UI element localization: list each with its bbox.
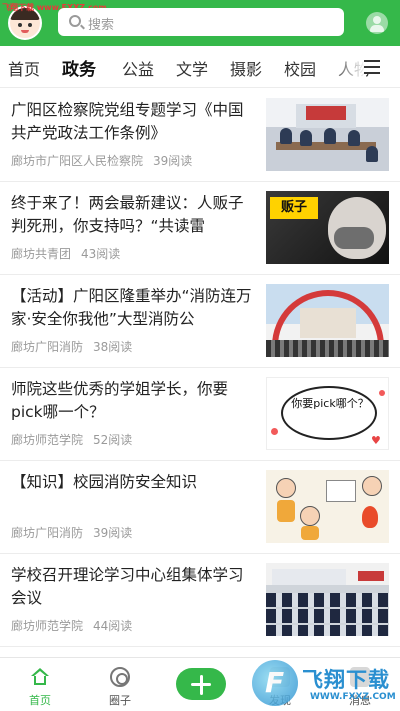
avatar-eye [28,23,32,27]
article-title: 广阳区检察院党组专题学习《中国共产党政法工作条例》 [11,101,244,142]
article-source: 廊坊共青团 [11,247,72,261]
nav-circle[interactable]: 圈子 [80,658,160,711]
avatar-eye [18,23,22,27]
article-title: 师院这些优秀的学姐学长，你要pick哪一个？ [11,380,229,421]
publish-button[interactable] [176,668,226,700]
article-meta: 廊坊师范学院 44阅读 [11,617,132,634]
article-source: 廊坊广阳消防 [11,340,84,354]
list-item[interactable]: 终于来了！两会最新建议：人贩子判死刑，你支持吗？“共读雷 廊坊共青团 43阅读 贩… [0,182,400,275]
list-item[interactable]: 【知识】校园消防安全知识 廊坊广阳消防 39阅读 [0,461,400,554]
list-item[interactable]: 学校召开理论学习中心组集体学习会议 廊坊师范学院 44阅读 [0,554,400,647]
article-title: 【知识】校园消防安全知识 [11,473,198,491]
tab-home[interactable]: 首页 [8,56,40,80]
article-thumbnail [266,98,389,171]
home-icon [31,668,49,686]
watermark-icon [252,660,298,706]
avatar-mouth [21,30,29,33]
article-thumbnail [266,470,389,543]
watermark-logo: 飞翔下载 WWW.FXXZ.COM [250,658,400,711]
nav-home-label: 首页 [29,694,51,707]
search-placeholder: 搜索 [88,18,115,33]
article-meta: 廊坊广阳消防 39阅读 [11,524,132,541]
watermark-brand: 飞翔下载 [302,668,390,692]
article-thumbnail: 贩子 [266,191,389,264]
article-meta: 廊坊广阳消防 38阅读 [11,338,132,355]
nav-circle-label: 圈子 [109,694,131,707]
article-thumbnail [266,563,389,636]
tab-literature[interactable]: 文学 [176,56,208,80]
top-bar: 飞翔下载 www.FXXZ.com 搜索 [0,0,400,46]
circle-icon [110,667,130,687]
menu-icon[interactable] [364,60,382,74]
search-input[interactable]: 搜索 [58,8,344,36]
article-reads: 43阅读 [81,247,121,261]
tab-government[interactable]: 政务 [62,55,96,80]
article-source: 廊坊师范学院 [11,433,84,447]
search-icon [69,15,81,27]
article-thumbnail: 你要pick哪个？ ♥ [266,377,389,450]
list-item[interactable]: 师院这些优秀的学姐学长，你要pick哪一个？ 廊坊师范学院 52阅读 你要pick… [0,368,400,461]
article-thumbnail [266,284,389,357]
article-title: 终于来了！两会最新建议：人贩子判死刑，你支持吗？“共读雷 [11,194,244,235]
article-source: 廊坊市广阳区人民检察院 [11,154,144,168]
article-reads: 44阅读 [93,619,133,633]
list-item[interactable]: 广阳区检察院党组专题学习《中国共产党政法工作条例》 廊坊市广阳区人民检察院 39阅… [0,89,400,182]
tab-campus[interactable]: 校园 [284,56,316,80]
article-reads: 39阅读 [153,154,193,168]
article-reads: 52阅读 [93,433,133,447]
news-feed: 广阳区检察院党组专题学习《中国共产党政法工作条例》 廊坊市广阳区人民检察院 39阅… [0,89,400,657]
tabs-fade [330,46,366,87]
article-meta: 廊坊市广阳区人民检察院 39阅读 [11,152,192,169]
article-meta: 廊坊师范学院 52阅读 [11,431,132,448]
thumbnail-text: 你要pick哪个？ [291,397,369,410]
article-reads: 38阅读 [93,340,133,354]
tab-charity[interactable]: 公益 [122,56,154,80]
article-title: 学校召开理论学习中心组集体学习会议 [11,566,244,607]
nav-home[interactable]: 首页 [0,658,80,711]
article-source: 廊坊师范学院 [11,619,84,633]
list-item[interactable]: 【活动】广阳区隆重举办“消防连万家·安全你我他”大型消防公 廊坊广阳消防 38阅读 [0,275,400,368]
watermark-url: WWW.FXXZ.COM [310,692,396,702]
tab-photography[interactable]: 摄影 [230,56,262,80]
user-icon[interactable] [366,12,388,34]
category-tabs: 首页 政务 公益 文学 摄影 校园 人物 [0,46,400,88]
article-reads: 39阅读 [93,526,133,540]
article-title: 【活动】广阳区隆重举办“消防连万家·安全你我他”大型消防公 [11,287,252,328]
thumbnail-text: 贩子 [270,197,318,219]
article-source: 廊坊广阳消防 [11,526,84,540]
article-meta: 廊坊共青团 43阅读 [11,245,120,262]
